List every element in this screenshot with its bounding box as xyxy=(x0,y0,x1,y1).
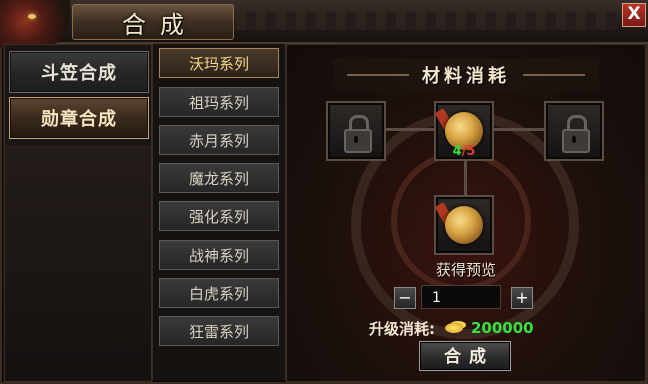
series-label: 强化系列 xyxy=(188,207,249,226)
lock-icon-keyhole xyxy=(572,136,576,143)
series-label: 魔龙系列 xyxy=(188,169,249,188)
materials-heading: 材料消耗 xyxy=(333,59,599,91)
material-slot-right[interactable] xyxy=(544,101,604,161)
series-item[interactable]: 祖玛系列 xyxy=(159,87,279,117)
close-button[interactable]: X xyxy=(622,3,646,27)
synthesize-button[interactable]: 合成 xyxy=(419,341,511,371)
slot-connector-vertical xyxy=(464,159,467,197)
quantity-decrease-button[interactable]: − xyxy=(394,287,416,309)
cost-row: 升级消耗: 200000 xyxy=(369,317,534,339)
series-label: 狂雷系列 xyxy=(188,322,249,341)
series-label: 沃玛系列 xyxy=(188,54,249,73)
material-slot-left[interactable] xyxy=(326,101,386,161)
series-label: 祖玛系列 xyxy=(188,93,249,112)
series-item[interactable]: 魔龙系列 xyxy=(159,163,279,193)
cost-value: 200000 xyxy=(471,319,534,337)
series-item[interactable]: 赤月系列 xyxy=(159,125,279,155)
category-label: 斗笠合成 xyxy=(41,63,117,84)
gold-ingot-icon xyxy=(445,323,463,333)
series-item[interactable]: 强化系列 xyxy=(159,201,279,231)
category-label: 勋章合成 xyxy=(41,109,117,130)
category-panel-background xyxy=(5,145,151,381)
category-panel: 斗笠合成 勋章合成 xyxy=(4,44,152,382)
quantity-input[interactable]: 1 xyxy=(421,285,501,309)
materials-panel: 材料消耗 4/5 获得预览 − 1 + 升级消耗: 200000 合成 xyxy=(286,44,646,382)
heading-divider-right xyxy=(523,74,585,76)
series-list: 沃玛系列 祖玛系列 赤月系列 魔龙系列 强化系列 战神系列 白虎系列 狂雷系列 xyxy=(152,44,286,380)
category-button-douli[interactable]: 斗笠合成 xyxy=(9,51,149,93)
series-item[interactable]: 沃玛系列 xyxy=(159,48,279,78)
result-preview-slot[interactable] xyxy=(434,195,494,255)
heading-divider-left xyxy=(347,74,409,76)
window-title: 合成 xyxy=(122,10,198,39)
series-label: 赤月系列 xyxy=(188,131,249,150)
lock-icon-body xyxy=(344,129,372,153)
quantity-increase-button[interactable]: + xyxy=(511,287,533,309)
series-item[interactable]: 狂雷系列 xyxy=(159,316,279,346)
cost-label: 升级消耗: xyxy=(369,319,435,338)
title-ornament xyxy=(236,12,616,30)
medal-icon xyxy=(445,206,483,244)
title-bar: 合成 X xyxy=(0,0,648,48)
dragon-emblem-icon xyxy=(0,0,70,48)
series-item[interactable]: 白虎系列 xyxy=(159,278,279,308)
materials-title: 材料消耗 xyxy=(422,66,510,87)
material-count: 4/5 xyxy=(452,144,476,159)
preview-label: 获得预览 xyxy=(435,261,496,279)
synthesis-window: 合成 X 斗笠合成 勋章合成 沃玛系列 祖玛系列 赤月系列 魔龙系列 强化系列 … xyxy=(0,0,648,384)
series-label: 白虎系列 xyxy=(188,284,249,303)
lock-icon-body xyxy=(562,129,590,153)
title-plate: 合成 xyxy=(72,4,234,40)
category-button-xunzhang[interactable]: 勋章合成 xyxy=(9,97,149,139)
material-slot-center[interactable]: 4/5 xyxy=(434,101,494,161)
lock-icon-keyhole xyxy=(354,136,358,143)
series-label: 战神系列 xyxy=(188,246,249,265)
series-item[interactable]: 战神系列 xyxy=(159,240,279,270)
